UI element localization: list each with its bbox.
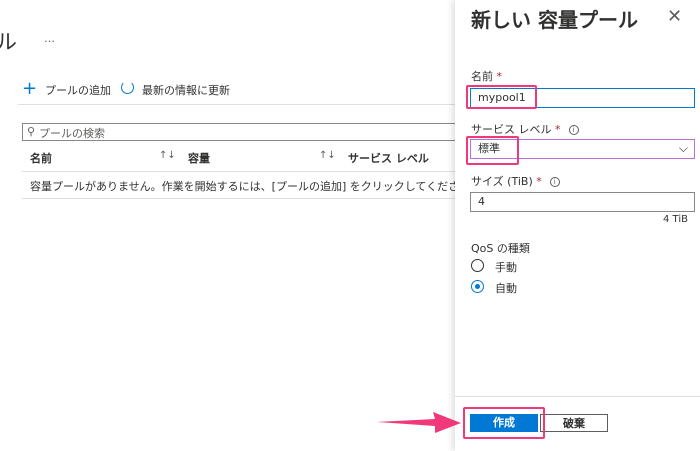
- search-placeholder: プールの検索: [39, 127, 105, 140]
- footer-divider: [455, 396, 700, 397]
- qos-label: QoS の種類: [471, 242, 530, 255]
- sort-icon[interactable]: ↑↓: [159, 150, 176, 161]
- highlight-box: [463, 407, 545, 439]
- toolbar-divider: [18, 104, 455, 105]
- discard-button[interactable]: 破棄: [540, 414, 608, 432]
- add-pool-button[interactable]: プールの追加: [45, 82, 111, 98]
- panel-title: 新しい 容量プール: [471, 8, 638, 32]
- new-capacity-pool-panel: 新しい 容量プール ✕ 名前 * mypool1 サービス レベル * i 標準 ⌵…: [455, 0, 700, 451]
- service-level-label: サービス レベル * i: [471, 121, 579, 137]
- highlight-box: [466, 136, 519, 165]
- size-hint: 4 TiB: [663, 214, 688, 225]
- header-divider: [22, 171, 455, 172]
- column-header-service-level[interactable]: サービス レベル: [348, 150, 429, 166]
- chevron-down-icon: ⌵: [678, 141, 688, 155]
- search-input[interactable]: ⚲ プールの検索: [22, 123, 456, 141]
- search-icon: ⚲: [27, 125, 36, 138]
- arrow-annotation-icon: [377, 412, 461, 433]
- info-icon: i: [568, 125, 579, 135]
- sort-icon[interactable]: ↑↓: [319, 150, 336, 161]
- size-label: サイズ (TiB) * i: [471, 173, 560, 189]
- name-label: 名前 *: [471, 70, 502, 83]
- page-title: ル: [0, 30, 17, 54]
- refresh-icon[interactable]: [121, 81, 134, 94]
- column-header-capacity[interactable]: 容量: [188, 150, 210, 166]
- close-icon[interactable]: ✕: [667, 6, 682, 27]
- size-input[interactable]: 4: [470, 192, 695, 212]
- highlight-box: [466, 85, 537, 109]
- info-icon: i: [549, 177, 560, 187]
- empty-message: 容量プールがありません。作業を開始するには、[プールの追加] をクリックしてくだ…: [30, 180, 471, 193]
- qos-auto-radio[interactable]: [471, 280, 484, 293]
- qos-auto-label: 自動: [495, 282, 517, 295]
- qos-manual-label: 手動: [495, 261, 517, 274]
- refresh-button[interactable]: 最新の情報に更新: [142, 82, 230, 98]
- qos-manual-radio[interactable]: [471, 259, 484, 272]
- row-divider: [22, 198, 455, 199]
- plus-icon[interactable]: +: [22, 78, 37, 99]
- column-header-name[interactable]: 名前: [30, 150, 52, 166]
- more-options-button[interactable]: …: [44, 32, 55, 45]
